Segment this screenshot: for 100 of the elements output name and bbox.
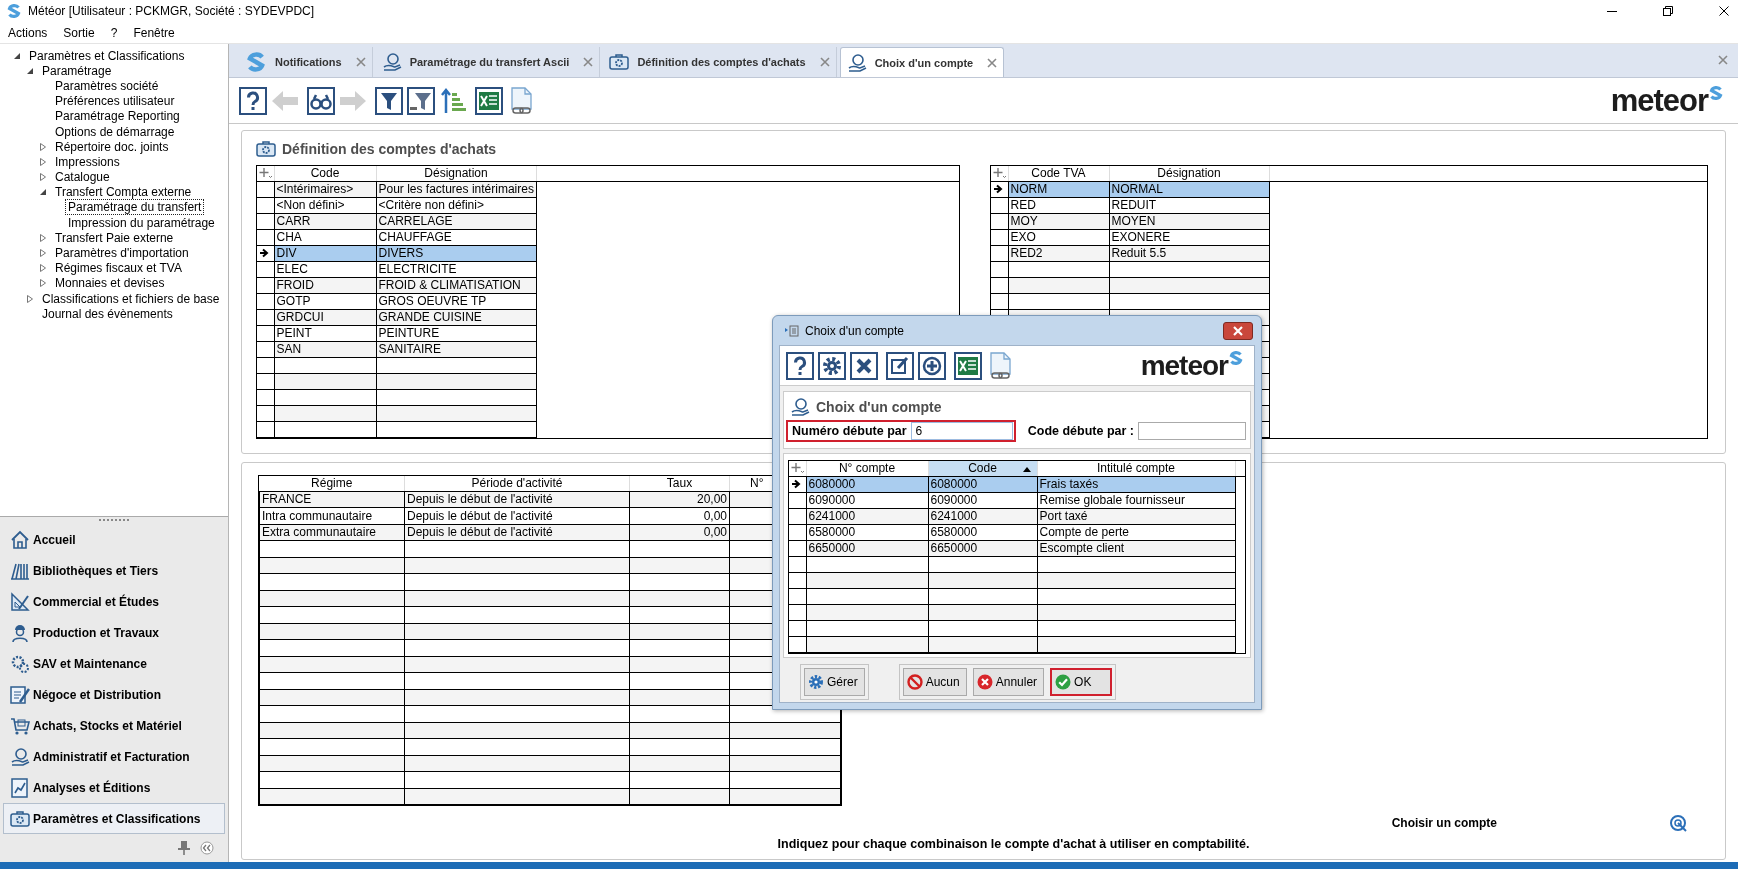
- column-header[interactable]: N° compte: [806, 461, 928, 476]
- tree-item[interactable]: Préférences utilisateur: [52, 93, 178, 110]
- table-cell: 6090000: [806, 492, 928, 508]
- nav-item[interactable]: Commercial et Études: [3, 586, 225, 618]
- tree-item[interactable]: Options de démarrage: [52, 123, 178, 140]
- restore-icon[interactable]: [1663, 6, 1673, 16]
- nav-item[interactable]: Administratif et Facturation: [3, 741, 225, 773]
- table-cell: NORM: [1008, 181, 1109, 197]
- coin-hand-icon: [381, 52, 402, 72]
- add-icon[interactable]: [918, 351, 946, 380]
- menu-item[interactable]: ?: [104, 25, 124, 40]
- menu-item[interactable]: Sortie: [57, 25, 101, 40]
- nav-item[interactable]: Paramètres et Classifications: [3, 803, 225, 835]
- nav-item[interactable]: Accueil: [3, 524, 225, 556]
- expanded-caret-icon[interactable]: [13, 51, 21, 60]
- expanded-caret-icon[interactable]: [26, 66, 34, 75]
- nav-item[interactable]: Production et Travaux: [3, 617, 225, 649]
- column-header[interactable]: Code: [928, 461, 1037, 476]
- sort-ascending-icon: [1022, 466, 1031, 472]
- nav-item[interactable]: Analyses et Éditions: [3, 772, 225, 804]
- spreadsheet-icon[interactable]: [475, 86, 503, 115]
- delete-icon[interactable]: [850, 351, 878, 380]
- tab[interactable]: Définition des comptes d'achats: [603, 47, 837, 77]
- tree-item[interactable]: Monnaies et devises: [52, 275, 168, 292]
- tree-item[interactable]: Paramétrage: [39, 62, 115, 79]
- input-field[interactable]: 6: [910, 422, 1013, 440]
- tree-item[interactable]: Impression du paramétrage: [65, 214, 218, 231]
- splitter-handle[interactable]: [99, 518, 129, 521]
- tree-item[interactable]: Paramétrage Reporting: [52, 108, 183, 125]
- help-icon[interactable]: [239, 86, 267, 115]
- close-button[interactable]: [1223, 321, 1253, 340]
- pointer-icon[interactable]: [1669, 814, 1687, 832]
- sort-icon[interactable]: [439, 86, 467, 115]
- collapsed-caret-icon[interactable]: [39, 279, 47, 288]
- table-cell: ELEC: [274, 261, 376, 277]
- tree-item[interactable]: Paramètres et Classifications: [26, 47, 188, 64]
- collapsed-caret-icon[interactable]: [39, 142, 47, 151]
- tree-item[interactable]: Régimes fiscaux et TVA: [52, 260, 185, 277]
- manage-button[interactable]: Gérer: [804, 667, 865, 696]
- menu-item[interactable]: Actions: [2, 25, 54, 40]
- cancel-button[interactable]: Annuler: [972, 667, 1045, 696]
- column-header[interactable]: Code: [274, 166, 376, 181]
- cart-icon: [10, 715, 30, 736]
- nav-item[interactable]: Bibliothèques et Tiers: [3, 555, 225, 587]
- table-cell: 6650000: [806, 540, 928, 556]
- collapsed-caret-icon[interactable]: [39, 249, 47, 258]
- tree-item[interactable]: Catalogue: [52, 169, 113, 186]
- table-cell: 6241000: [806, 508, 928, 524]
- collapsed-caret-icon[interactable]: [39, 264, 47, 273]
- column-header[interactable]: Régime: [259, 476, 405, 491]
- tab[interactable]: Notifications: [239, 47, 373, 77]
- tree-item[interactable]: Transfert Paie externe: [52, 229, 177, 246]
- tree-item[interactable]: Paramètres société: [52, 77, 162, 94]
- table-cell: Reduit 5.5: [1109, 245, 1269, 261]
- tree-item[interactable]: Impressions: [52, 153, 123, 170]
- nav-item[interactable]: Achats, Stocks et Matériel: [3, 710, 225, 742]
- filter-icon[interactable]: [375, 86, 403, 115]
- column-header[interactable]: Intitulé compte: [1037, 461, 1235, 476]
- tab[interactable]: Choix d'un compte: [839, 47, 1005, 77]
- spreadsheet-icon[interactable]: [954, 351, 982, 380]
- column-header[interactable]: Désignation: [1109, 166, 1269, 181]
- tree-item[interactable]: Classifications et fichiers de base: [39, 290, 223, 307]
- plus-icon[interactable]: [259, 167, 273, 180]
- menu-item[interactable]: Fenêtre: [127, 25, 181, 40]
- collapsed-caret-icon[interactable]: [39, 173, 47, 182]
- settings-icon[interactable]: [818, 351, 846, 380]
- tree-item[interactable]: Journal des évènements: [39, 305, 176, 322]
- tree-item[interactable]: Transfert Compta externe: [52, 184, 195, 201]
- close-icon[interactable]: [1719, 6, 1729, 16]
- ok-button[interactable]: OK: [1050, 667, 1113, 696]
- table-cell: 0,00: [629, 524, 730, 541]
- nav-item[interactable]: SAV et Maintenance: [3, 648, 225, 680]
- tab[interactable]: Paramétrage du transfert Ascii: [375, 47, 601, 77]
- expanded-caret-icon[interactable]: [39, 188, 47, 197]
- plus-icon[interactable]: [993, 167, 1007, 180]
- tree-item[interactable]: Répertoire doc. joints: [52, 138, 172, 155]
- table-cell: GRANDE CUISINE: [376, 309, 536, 325]
- nav-item[interactable]: Négoce et Distribution: [3, 679, 225, 711]
- none-button[interactable]: Aucun: [902, 667, 967, 696]
- tree-item[interactable]: Paramètres d'importation: [52, 245, 192, 262]
- collapsed-caret-icon[interactable]: [26, 294, 34, 303]
- pin-icon[interactable]: [178, 841, 190, 856]
- column-header[interactable]: Code TVA: [1008, 166, 1109, 181]
- table-cell: Intra communautaire: [259, 507, 405, 524]
- help-icon[interactable]: [786, 351, 814, 380]
- table-cell: FROID: [274, 277, 376, 293]
- plus-icon[interactable]: [791, 462, 805, 475]
- collapsed-caret-icon[interactable]: [39, 157, 47, 166]
- table-cell: ELECTRICITE: [376, 261, 536, 277]
- filter-minus-icon[interactable]: [407, 86, 435, 115]
- column-header[interactable]: Désignation: [376, 166, 536, 181]
- column-header[interactable]: Période d'activité: [404, 476, 630, 491]
- tree-item[interactable]: Paramétrage du transfert: [65, 199, 205, 216]
- collapsed-caret-icon[interactable]: [39, 233, 47, 242]
- table-cell: CHA: [274, 229, 376, 245]
- column-header[interactable]: Taux: [629, 476, 730, 491]
- input-field[interactable]: [1138, 422, 1246, 440]
- collapse-icon[interactable]: [200, 841, 214, 856]
- edit-icon[interactable]: [886, 351, 914, 380]
- binoculars-icon[interactable]: [307, 86, 335, 115]
